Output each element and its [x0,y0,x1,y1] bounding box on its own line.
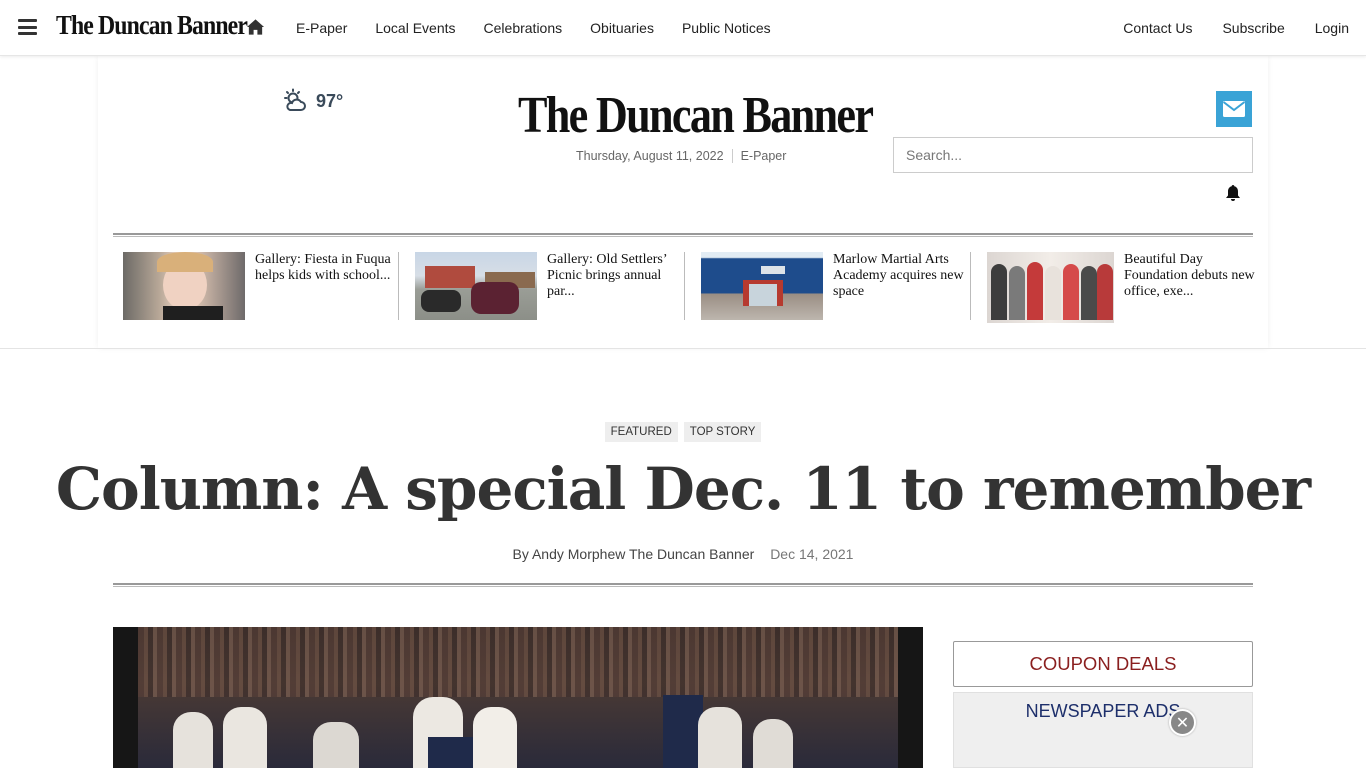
notification-bell-icon[interactable] [1225,184,1241,202]
top-nav-bar: The Duncan Banner E-Paper Local Events C… [0,0,1366,56]
coupon-deals-button[interactable]: COUPON DEALS [953,641,1253,687]
newspaper-ads-box[interactable]: NEWSPAPER ADS [953,692,1253,768]
tag-top-story[interactable]: TOP STORY [683,422,762,442]
headline-card[interactable]: Marlow Martial Arts Academy acquires new… [684,252,971,324]
newspaper-ads-title[interactable]: NEWSPAPER ADS [954,701,1252,722]
partly-cloudy-sun-icon [284,88,306,111]
article-header-divider [113,583,1253,587]
weather-widget[interactable]: 97° [282,88,343,114]
nav-link-obituaries[interactable]: Obituaries [576,20,668,36]
article-date: Dec 14, 2021 [770,546,854,562]
article-headline: Column: A special Dec. 11 to remember [55,455,1311,523]
nav-links: E-Paper Local Events Celebrations Obitua… [282,0,785,56]
dateline: Thursday, August 11, 2022 E-Paper [576,149,786,163]
hamburger-menu-icon[interactable] [18,19,37,35]
nav-logo[interactable]: The Duncan Banner [56,10,248,41]
close-icon[interactable]: ✕ [1169,709,1196,736]
section-divider [0,348,1366,349]
nav-link-local-events[interactable]: Local Events [361,20,469,36]
masthead-logo[interactable]: The Duncan Banner [518,86,874,145]
current-date: Thursday, August 11, 2022 [576,149,724,163]
headline-thumbnail[interactable] [701,252,823,320]
weather-temperature: 97° [316,90,344,111]
article-author[interactable]: By Andy Morphew The Duncan Banner [513,546,755,562]
tag-featured[interactable]: FEATURED [604,422,678,442]
email-signup-button[interactable] [1216,91,1252,127]
search-input[interactable] [893,137,1253,173]
home-icon[interactable] [246,18,265,36]
headline-title[interactable]: Marlow Martial Arts Academy acquires new… [833,252,971,324]
headline-card[interactable]: Gallery: Old Settlers’ Picnic brings ann… [398,252,685,324]
nav-link-subscribe[interactable]: Subscribe [1207,20,1299,36]
headline-title[interactable]: Gallery: Old Settlers’ Picnic brings ann… [547,252,685,324]
headline-strip: Gallery: Fiesta in Fuqua helps kids with… [113,252,1273,324]
nav-link-public-notices[interactable]: Public Notices [668,20,785,36]
nav-link-epaper[interactable]: E-Paper [282,20,361,36]
nav-link-login[interactable]: Login [1300,20,1364,36]
headline-thumbnail[interactable] [123,252,245,320]
envelope-icon [1222,101,1246,117]
masthead-divider [113,233,1253,237]
epaper-link[interactable]: E-Paper [741,149,787,163]
article-lead-image[interactable] [113,627,923,768]
article-byline: By Andy Morphew The Duncan Banner Dec 14… [0,546,1366,562]
headline-thumbnail[interactable] [987,252,1114,323]
nav-link-celebrations[interactable]: Celebrations [470,20,577,36]
headline-title[interactable]: Beautiful Day Foundation debuts new offi… [1124,252,1257,324]
headline-card[interactable]: Gallery: Fiesta in Fuqua helps kids with… [113,252,399,324]
nav-link-contact-us[interactable]: Contact Us [1108,20,1207,36]
article-tags: FEATURED TOP STORY [0,422,1366,442]
dateline-divider [731,149,733,163]
headline-title[interactable]: Gallery: Fiesta in Fuqua helps kids with… [255,252,395,324]
headline-card[interactable]: Beautiful Day Foundation debuts new offi… [970,252,1257,324]
headline-thumbnail[interactable] [415,252,537,320]
nav-right-links: Contact Us Subscribe Login [1108,0,1366,56]
